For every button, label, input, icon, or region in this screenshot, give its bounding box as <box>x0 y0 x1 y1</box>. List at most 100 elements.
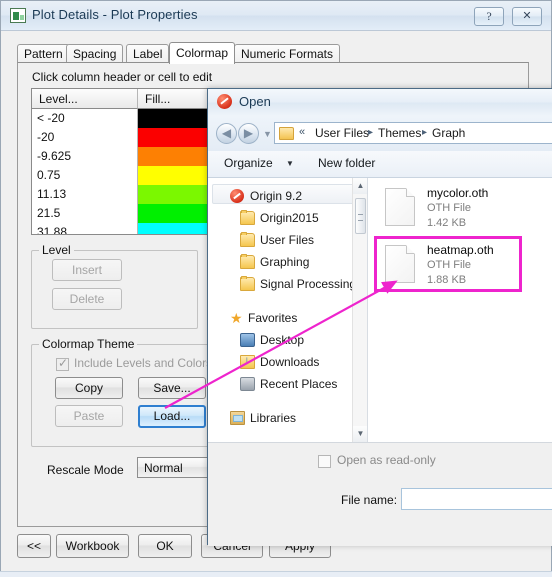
file-item[interactable]: mycolor.oth OTH File 1.42 KB <box>377 182 552 240</box>
desktop-icon <box>240 333 255 347</box>
screen-root: Plot Details - Plot Properties ? ✕ Patte… <box>0 0 552 577</box>
insert-level-button[interactable]: Insert <box>52 259 122 281</box>
plot-details-title: Plot Details - Plot Properties <box>32 7 198 22</box>
recent-icon <box>240 377 255 391</box>
folder-icon <box>240 276 255 291</box>
tab-pattern[interactable]: Pattern <box>17 44 70 63</box>
tree-item-label: Origin 9.2 <box>250 189 303 203</box>
close-button[interactable]: ✕ <box>512 7 542 26</box>
file-document-icon <box>385 188 415 226</box>
breadcrumb-themes[interactable]: Themes <box>378 126 421 140</box>
open-dialog-titlebar: Open <box>208 89 552 116</box>
level-cell[interactable]: 21.5 <box>32 204 138 223</box>
arrow-right-icon: ▶ <box>243 126 254 140</box>
level-cell[interactable]: 31.88 <box>32 223 138 234</box>
new-folder-button[interactable]: New folder <box>318 156 375 170</box>
folder-icon <box>240 232 255 247</box>
file-list-pane[interactable]: mycolor.oth OTH File 1.42 KB heatmap.oth OTH… <box>369 178 552 442</box>
include-levels-colors-checkbox[interactable] <box>56 356 69 371</box>
scroll-up-arrow-icon[interactable]: ▲ <box>353 178 367 194</box>
folder-icon <box>240 254 255 269</box>
open-dialog-toolbar: Organize ▼ New folder <box>208 151 552 178</box>
arrow-left-icon: ◀ <box>221 126 232 140</box>
origin-app-icon <box>230 189 244 203</box>
level-cell[interactable]: 11.13 <box>32 185 138 204</box>
copy-theme-button[interactable]: Copy <box>55 377 123 399</box>
ok-button[interactable]: OK <box>138 534 192 558</box>
recent-locations-chevron-down-icon[interactable]: ▼ <box>263 129 272 139</box>
colormap-theme-group-label: Colormap Theme <box>39 337 138 351</box>
tree-item-label: Downloads <box>260 355 320 369</box>
file-name-input[interactable] <box>401 488 552 510</box>
open-dialog-title: Open <box>239 94 271 109</box>
workbook-button[interactable]: Workbook <box>56 534 129 558</box>
tree-item-label: Libraries <box>250 411 297 425</box>
file-name-label: File name: <box>341 493 398 507</box>
navigation-pane: Origin 9.2 Origin2015 User Files Graphing Si… <box>208 178 368 442</box>
open-as-read-only-label: Open as read-only <box>337 453 436 467</box>
fill-color-swatch[interactable] <box>138 147 215 166</box>
organize-button[interactable]: Organize <box>224 156 273 170</box>
open-dialog-footer: Open as read-only File name: <box>208 442 552 546</box>
fill-color-swatch[interactable] <box>138 185 215 204</box>
breadcrumb-graph[interactable]: Graph <box>432 126 465 140</box>
fill-color-swatch[interactable] <box>138 166 215 185</box>
address-bar[interactable]: « User Files ▸ Themes ▸ Graph <box>274 122 552 144</box>
open-file-dialog: Open ◀ ▶ ▼ « User Files ▸ Themes ▸ Graph… <box>207 88 552 546</box>
fill-color-swatch[interactable] <box>138 128 215 147</box>
tab-spacing[interactable]: Spacing <box>66 44 124 63</box>
window-bottom-strip <box>0 571 552 577</box>
heatmap-file-annotation-highlight <box>374 236 522 292</box>
tree-item-label: User Files <box>260 233 315 247</box>
open-as-read-only-checkbox[interactable] <box>318 455 331 468</box>
navigation-pane-scrollbar[interactable]: ▲ ▼ <box>352 178 367 442</box>
delete-level-button[interactable]: Delete <box>52 288 122 310</box>
close-icon: ✕ <box>522 10 532 22</box>
tree-item-label: Favorites <box>248 311 298 325</box>
fill-color-swatch[interactable] <box>138 223 215 234</box>
navigate-forward-button[interactable]: ▶ <box>238 123 259 144</box>
rescale-mode-label: Rescale Mode <box>47 463 124 477</box>
tab-colormap[interactable]: Colormap <box>169 42 236 64</box>
breadcrumb-separator-icon[interactable]: ▸ <box>368 127 373 138</box>
breadcrumb-overflow-chevron-icon[interactable]: « <box>299 126 305 138</box>
file-name: mycolor.oth <box>427 186 489 200</box>
load-theme-button[interactable]: Load... <box>138 405 206 428</box>
organize-chevron-down-icon[interactable]: ▼ <box>286 159 294 168</box>
back-button[interactable]: << <box>17 534 51 558</box>
paste-theme-button[interactable]: Paste <box>55 405 123 427</box>
open-dialog-navbar: ◀ ▶ ▼ « User Files ▸ Themes ▸ Graph <box>208 116 552 151</box>
tab-numeric-formats[interactable]: Numeric Formats <box>234 44 341 63</box>
tree-item-label: Signal Processing <box>260 277 357 291</box>
help-button[interactable]: ? <box>474 7 504 26</box>
tree-item-label: Origin2015 <box>260 211 319 225</box>
tree-item-label: Graphing <box>260 255 310 269</box>
tab-label[interactable]: Label <box>126 44 170 63</box>
origin-app-icon <box>217 94 232 109</box>
fill-color-swatch[interactable] <box>138 109 215 128</box>
level-group-label: Level <box>39 243 74 257</box>
plot-details-titlebar: Plot Details - Plot Properties ? ✕ <box>1 1 551 31</box>
breadcrumb-user-files[interactable]: User Files <box>315 126 369 140</box>
column-header-level[interactable]: Level... <box>32 89 138 109</box>
panel-hint-text: Click column header or cell to edit <box>32 70 213 84</box>
folder-icon <box>240 210 255 225</box>
fill-color-swatch[interactable] <box>138 204 215 223</box>
breadcrumb-separator-icon[interactable]: ▸ <box>422 127 427 138</box>
scroll-down-arrow-icon[interactable]: ▼ <box>353 426 367 442</box>
tree-item-label: Recent Places <box>260 377 338 391</box>
plot-window-icon <box>10 8 26 23</box>
navigate-back-button[interactable]: ◀ <box>216 123 237 144</box>
level-cell[interactable]: -20 <box>32 128 138 147</box>
level-cell[interactable]: -9.625 <box>32 147 138 166</box>
downloads-icon <box>240 353 255 369</box>
level-cell[interactable]: 0.75 <box>32 166 138 185</box>
level-cell[interactable]: < -20 <box>32 109 138 128</box>
scrollbar-thumb[interactable] <box>355 198 366 234</box>
star-icon: ★ <box>230 310 243 326</box>
file-type: OTH File <box>427 202 471 214</box>
library-icon <box>230 411 245 425</box>
folder-icon <box>279 127 294 140</box>
open-dialog-body: Origin 9.2 Origin2015 User Files Graphing Si… <box>208 178 552 442</box>
save-theme-button[interactable]: Save... <box>138 377 206 399</box>
